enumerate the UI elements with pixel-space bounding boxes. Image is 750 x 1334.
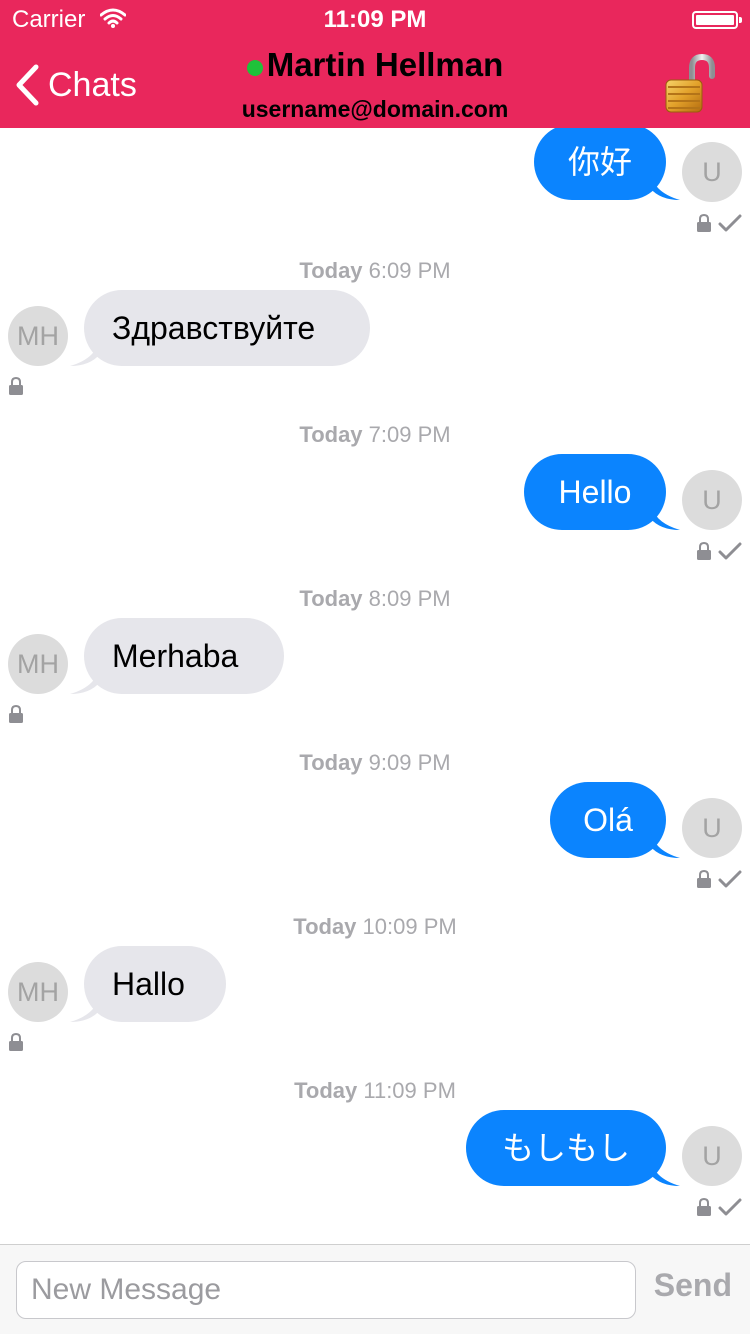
bubble-tail xyxy=(650,1156,680,1186)
contact-username: username@domain.com xyxy=(241,96,509,122)
delivered-check-icon xyxy=(718,870,742,888)
battery-icon xyxy=(692,11,742,29)
timestamp-time: 9:09 PM xyxy=(368,750,451,775)
encrypted-lock-icon xyxy=(9,704,23,723)
message-text: Здравствуйте xyxy=(112,310,316,346)
outgoing-message-bubble[interactable]: もしもし xyxy=(466,1110,680,1186)
bubble-tail xyxy=(650,828,680,858)
online-status-dot xyxy=(246,59,263,76)
message-text: もしもし xyxy=(501,1130,630,1166)
incoming-message-bubble[interactable]: Здравствуйте xyxy=(70,290,370,366)
timestamp-day: Today xyxy=(299,750,363,775)
encrypted-lock-icon xyxy=(697,213,711,232)
avatar[interactable]: U xyxy=(682,142,742,202)
message-timestamp: Today 6:09 PM xyxy=(0,258,750,284)
avatar[interactable]: MH xyxy=(8,962,68,1022)
timestamp-day: Today xyxy=(299,258,363,283)
outgoing-message-bubble[interactable]: Olá xyxy=(550,782,680,858)
avatar[interactable]: U xyxy=(682,798,742,858)
encrypted-lock-icon xyxy=(697,1197,711,1216)
avatar[interactable]: MH xyxy=(8,634,68,694)
avatar[interactable]: U xyxy=(682,1126,742,1186)
message-composer: Send xyxy=(0,1244,750,1334)
message-input[interactable] xyxy=(16,1261,636,1319)
message-timestamp: Today 11:09 PM xyxy=(0,1078,750,1104)
delivered-check-icon xyxy=(718,542,742,560)
timestamp-time: 10:09 PM xyxy=(362,914,457,939)
incoming-message-bubble[interactable]: Merhaba xyxy=(70,618,284,694)
encrypted-lock-icon xyxy=(9,376,23,395)
message-timestamp: Today 7:09 PM xyxy=(0,422,750,448)
status-bar: Carrier 11:09 PM xyxy=(0,0,750,40)
unlocked-padlock-icon[interactable] xyxy=(664,54,716,114)
encrypted-lock-icon xyxy=(697,869,711,888)
bubble-tail xyxy=(650,500,680,530)
timestamp-time: 11:09 PM xyxy=(363,1078,456,1103)
navigation-bar: Carrier 11:09 PM Chats Martin Hellman us… xyxy=(0,0,750,128)
timestamp-time: 7:09 PM xyxy=(368,422,451,447)
bubble-tail xyxy=(70,664,100,694)
bubble-tail xyxy=(70,336,100,366)
timestamp-day: Today xyxy=(299,586,363,611)
message-timestamp: Today 9:09 PM xyxy=(0,750,750,776)
message-text: Hallo xyxy=(112,966,185,1002)
avatar[interactable]: U xyxy=(682,470,742,530)
outgoing-message-bubble[interactable]: Hello xyxy=(524,454,680,530)
encrypted-lock-icon xyxy=(9,1032,23,1051)
contact-name: Martin Hellman xyxy=(266,46,504,83)
send-button[interactable]: Send xyxy=(654,1267,732,1304)
incoming-message-bubble[interactable]: Hallo xyxy=(70,946,226,1022)
timestamp-day: Today xyxy=(294,1078,358,1103)
message-text: Hello xyxy=(558,474,632,510)
message-text: Olá xyxy=(583,802,633,838)
timestamp-time: 8:09 PM xyxy=(368,586,451,611)
status-time: 11:09 PM xyxy=(323,6,427,33)
bubble-tail xyxy=(650,170,680,200)
bubble-tail xyxy=(70,992,100,1022)
timestamp-day: Today xyxy=(299,422,363,447)
outgoing-message-bubble[interactable]: 你好 xyxy=(534,128,680,200)
encrypted-lock-icon xyxy=(697,541,711,560)
message-text: 你好 xyxy=(567,144,632,180)
delivered-check-icon xyxy=(718,1198,742,1216)
message-list[interactable]: 你好 U Today 6:09 PM MH Здравствуйте Today… xyxy=(0,128,750,1244)
contact-title: Martin Hellman xyxy=(0,46,750,84)
message-text: Merhaba xyxy=(112,638,239,674)
avatar[interactable]: MH xyxy=(8,306,68,366)
timestamp-day: Today xyxy=(293,914,357,939)
timestamp-time: 6:09 PM xyxy=(368,258,451,283)
message-timestamp: Today 8:09 PM xyxy=(0,586,750,612)
message-timestamp: Today 10:09 PM xyxy=(0,914,750,940)
delivered-check-icon xyxy=(718,214,742,232)
